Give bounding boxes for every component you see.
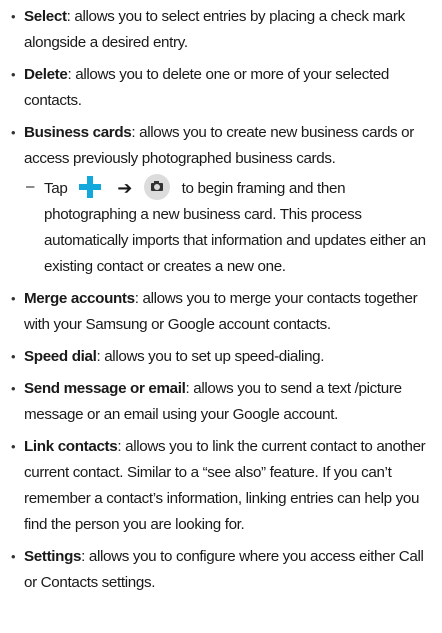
term: Link contacts xyxy=(24,438,118,455)
document-page: • Select: allows you to select entries b… xyxy=(0,0,442,633)
list-item-link-contacts: • Link contacts: allows you to link the … xyxy=(8,434,436,538)
bullet: • xyxy=(11,381,16,396)
arrow-icon: ➔ xyxy=(117,178,132,198)
bullet: • xyxy=(11,67,16,82)
bullet: • xyxy=(11,439,16,454)
bullet: • xyxy=(11,291,16,306)
list-item-settings: • Settings: allows you to configure wher… xyxy=(8,544,436,596)
term: Delete xyxy=(24,66,68,83)
business-cards-subitem: – Tap ➔ to begin framing and then photog… xyxy=(24,174,436,280)
term: Business cards xyxy=(24,124,132,141)
list-item-delete: • Delete: allows you to delete one or mo… xyxy=(8,62,436,114)
list-item-send-message: • Send message or email: allows you to s… xyxy=(8,376,436,428)
list-item-merge-accounts: • Merge accounts: allows you to merge yo… xyxy=(8,286,436,338)
description: : allows you to set up speed-dialing. xyxy=(96,348,325,365)
description: : allows you to delete one or more of yo… xyxy=(24,66,390,109)
term: Select xyxy=(24,8,67,25)
dash: – xyxy=(26,178,35,195)
tap-label: Tap xyxy=(44,180,68,197)
term: Speed dial xyxy=(24,348,97,365)
term: Merge accounts xyxy=(24,290,135,307)
plus-icon xyxy=(75,176,105,198)
list-item-select: • Select: allows you to select entries b… xyxy=(8,4,436,56)
description: : allows you to select entries by placin… xyxy=(24,8,405,51)
bullet: • xyxy=(11,125,16,140)
bullet: • xyxy=(11,549,16,564)
list-item-business-cards: • Business cards: allows you to create n… xyxy=(8,120,436,280)
term: Send message or email xyxy=(24,380,186,397)
term: Settings xyxy=(24,548,82,565)
list-item-speed-dial: • Speed dial: allows you to set up speed… xyxy=(8,344,436,370)
description: : allows you to configure where you acce… xyxy=(24,548,424,591)
bullet: • xyxy=(11,9,16,24)
bullet: • xyxy=(11,349,16,364)
camera-icon xyxy=(143,174,170,200)
